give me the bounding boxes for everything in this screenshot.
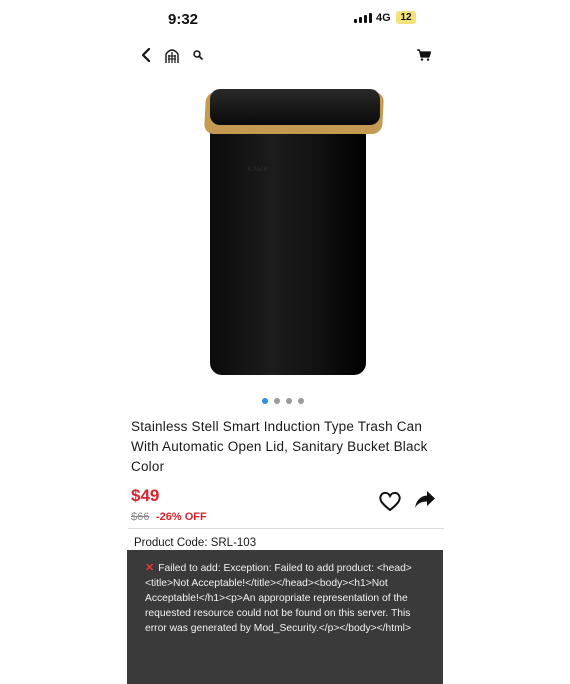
brand-logo-icon[interactable] [162, 40, 182, 70]
trash-can-body [210, 120, 366, 375]
back-chevron-icon[interactable] [136, 40, 156, 70]
search-icon[interactable] [190, 40, 206, 70]
toast-message: Failed to add: Exception: Failed to add … [145, 563, 412, 634]
status-bar: 9:32 4G 12 [128, 0, 444, 36]
product-code: Product Code: SRL-103 [134, 537, 257, 549]
top-nav [128, 40, 444, 70]
product-image[interactable]: KAUX [128, 70, 444, 390]
network-label: 4G [376, 12, 391, 24]
error-x-icon: ✕ [145, 562, 155, 574]
carousel-dot[interactable] [274, 398, 280, 404]
carousel-dot[interactable] [286, 398, 292, 404]
error-toast[interactable]: ✕ Failed to add: Exception: Failed to add… [127, 550, 443, 684]
product-title: Stainless Stell Smart Induction Type Tra… [131, 419, 428, 474]
status-time: 9:32 [168, 11, 199, 28]
carousel-dot[interactable] [298, 398, 304, 404]
toast-message-wrap: ✕ Failed to add: Exception: Failed to add… [145, 561, 430, 636]
battery-icon: 12 [396, 11, 416, 24]
carousel-dots [262, 398, 304, 404]
signal-icon [354, 13, 372, 23]
share-icon[interactable] [414, 490, 436, 515]
product-price: $49 [131, 486, 160, 505]
divider [128, 528, 444, 529]
cart-icon[interactable] [414, 40, 434, 70]
heart-icon[interactable] [378, 490, 402, 517]
discount-badge: -26% OFF [156, 511, 207, 523]
original-price: $66 [131, 511, 150, 523]
carousel-dot[interactable] [262, 398, 268, 404]
product-brand-mark: KAUX [248, 167, 269, 173]
trash-can-lid [210, 89, 380, 125]
